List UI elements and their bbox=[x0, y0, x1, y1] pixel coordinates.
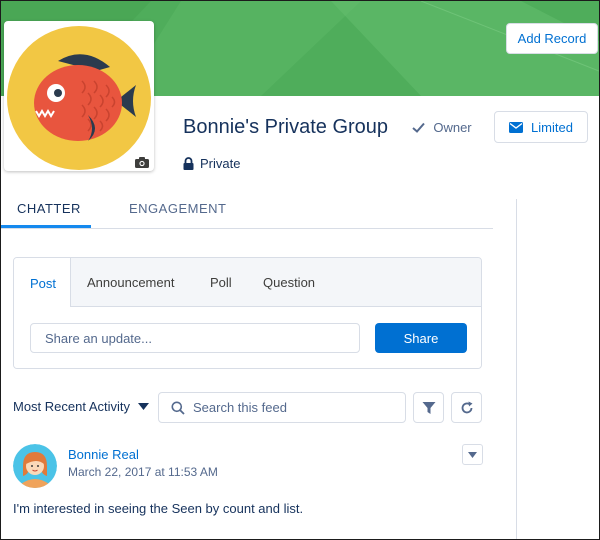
publisher-tab-poll[interactable]: Poll bbox=[210, 258, 232, 307]
tab-chatter[interactable]: CHATTER bbox=[17, 201, 81, 216]
privacy-label: Private bbox=[183, 156, 240, 171]
publisher-tab-announcement[interactable]: Announcement bbox=[87, 258, 174, 307]
publisher-tabs: Post Announcement Poll Question bbox=[14, 258, 481, 308]
publisher-tab-question[interactable]: Question bbox=[263, 258, 315, 307]
owner-label: Owner bbox=[433, 119, 472, 135]
user-avatar-icon bbox=[13, 444, 57, 488]
search-icon bbox=[171, 401, 185, 415]
group-page: Add Record Bonnie's Private Group Privat… bbox=[0, 0, 600, 540]
camera-icon[interactable] bbox=[135, 155, 149, 173]
filter-icon bbox=[422, 401, 435, 414]
publisher-body: Share an update... Share bbox=[14, 307, 481, 368]
check-icon bbox=[412, 122, 426, 133]
page-title: Bonnie's Private Group bbox=[183, 116, 389, 138]
post-actions-menu[interactable] bbox=[462, 444, 483, 465]
post-timestamp[interactable]: March 22, 2017 at 11:53 AM bbox=[68, 465, 218, 479]
search-feed-placeholder: Search this feed bbox=[193, 400, 287, 415]
main-tabs: CHATTER ENGAGEMENT bbox=[1, 197, 493, 229]
privacy-text: Private bbox=[200, 156, 241, 171]
post-body-text: I'm interested in seeing the Seen by cou… bbox=[13, 501, 304, 516]
mail-icon bbox=[509, 121, 524, 133]
limited-button[interactable]: Limited bbox=[494, 111, 588, 143]
chevron-down-icon bbox=[138, 403, 150, 410]
avatar[interactable] bbox=[13, 444, 57, 488]
owner-button[interactable]: Owner bbox=[399, 111, 485, 143]
chevron-down-icon bbox=[468, 451, 477, 458]
fish-icon bbox=[7, 26, 151, 170]
feed-sort-dropdown[interactable]: Most Recent Activity bbox=[13, 399, 150, 414]
publisher-tab-post[interactable]: Post bbox=[14, 258, 71, 308]
post-author-link[interactable]: Bonnie Real bbox=[68, 447, 139, 462]
filter-button[interactable] bbox=[413, 392, 444, 423]
refresh-button[interactable] bbox=[451, 392, 482, 423]
search-feed-input[interactable]: Search this feed bbox=[158, 392, 406, 423]
limited-label: Limited bbox=[531, 119, 573, 135]
lock-icon bbox=[183, 157, 194, 170]
tab-engagement[interactable]: ENGAGEMENT bbox=[129, 201, 226, 216]
share-button[interactable]: Share bbox=[375, 323, 467, 353]
feed-sort-label: Most Recent Activity bbox=[13, 399, 131, 414]
group-avatar[interactable] bbox=[4, 21, 154, 171]
share-update-input[interactable]: Share an update... bbox=[30, 323, 360, 353]
refresh-icon bbox=[461, 401, 472, 413]
publisher: Post Announcement Poll Question Share an… bbox=[13, 257, 482, 369]
add-record-button[interactable]: Add Record bbox=[506, 23, 598, 54]
column-divider bbox=[516, 199, 517, 539]
active-tab-indicator bbox=[1, 225, 91, 228]
